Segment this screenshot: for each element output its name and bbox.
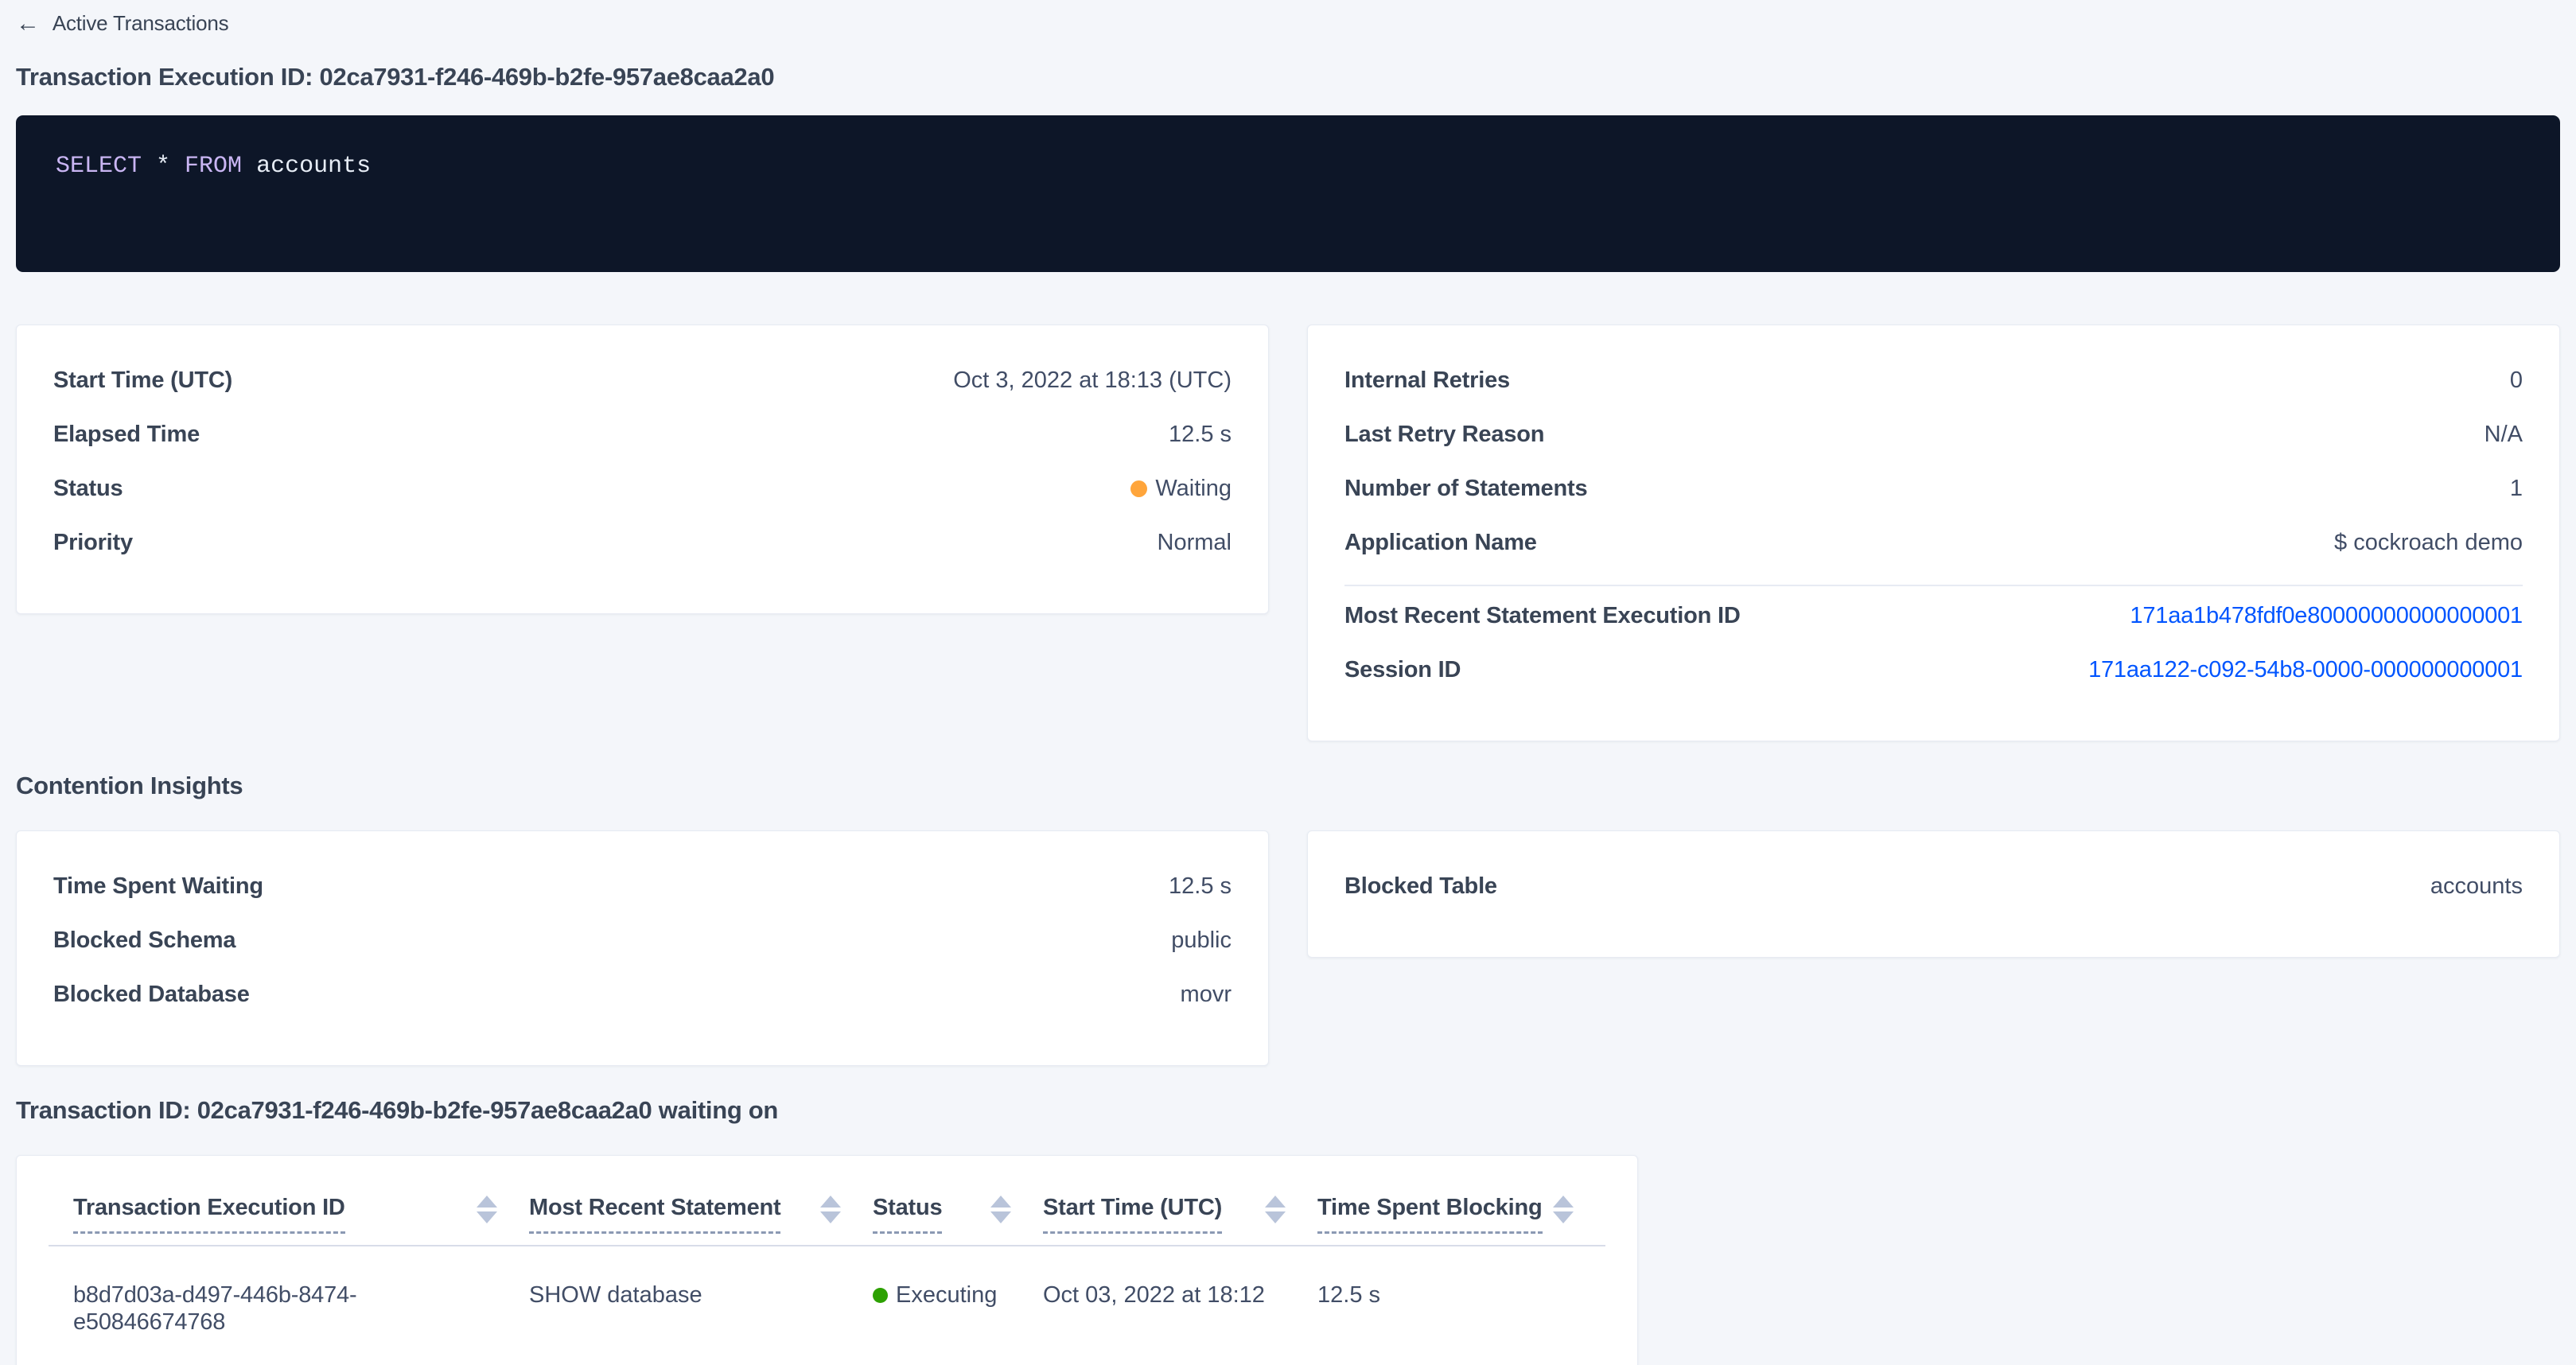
summary-row-priority: Priority Normal — [53, 529, 1232, 556]
row-label: Blocked Table — [1344, 873, 1497, 900]
row-value: N/A — [2485, 421, 2523, 448]
row-label: Number of Statements — [1344, 475, 1587, 502]
cell-status: Executing — [873, 1281, 1043, 1336]
column-header-transaction-execution-id[interactable]: Transaction Execution ID — [73, 1194, 529, 1234]
column-header-status[interactable]: Status — [873, 1194, 1043, 1234]
table-row: b8d7d03a-d497-446b-8474-e50846674768 SHO… — [49, 1246, 1605, 1365]
row-label: Internal Retries — [1344, 367, 1510, 394]
row-value: movr — [1181, 981, 1232, 1008]
sort-icon[interactable] — [1553, 1196, 1574, 1223]
cell-transaction-execution-id[interactable]: b8d7d03a-d497-446b-8474-e50846674768 — [73, 1281, 529, 1336]
row-label: Priority — [53, 529, 133, 556]
contention-cards-row: Time Spent Waiting 12.5 s Blocked Schema… — [16, 830, 2560, 1066]
back-arrow-icon: ← — [16, 12, 40, 36]
row-label: Blocked Database — [53, 981, 250, 1008]
row-label: Session ID — [1344, 656, 1461, 683]
sort-icon[interactable] — [1265, 1196, 1286, 1223]
summary-row-internal-retries: Internal Retries 0 — [1344, 367, 2523, 394]
cell-most-recent-statement: SHOW database — [529, 1281, 873, 1336]
row-value: Oct 3, 2022 at 18:13 (UTC) — [953, 367, 1232, 394]
session-id-link[interactable]: 171aa122-c092-54b8-0000-000000000001 — [2088, 656, 2523, 683]
transaction-summary-card: Start Time (UTC) Oct 3, 2022 at 18:13 (U… — [16, 325, 1269, 614]
summary-cards-row: Start Time (UTC) Oct 3, 2022 at 18:13 (U… — [16, 325, 2560, 741]
sql-keyword-select: SELECT — [56, 152, 142, 181]
transaction-details-page: ← Active Transactions Transaction Execut… — [0, 0, 2576, 1365]
row-value: $ cockroach demo — [2334, 529, 2523, 556]
contention-row-time-spent-waiting: Time Spent Waiting 12.5 s — [53, 873, 1232, 900]
contention-row-blocked-database: Blocked Database movr — [53, 981, 1232, 1008]
row-value: 0 — [2510, 367, 2523, 394]
column-header-label: Transaction Execution ID — [73, 1194, 345, 1234]
summary-row-session-id: Session ID 171aa122-c092-54b8-0000-00000… — [1344, 656, 2523, 683]
contention-row-blocked-table: Blocked Table accounts — [1344, 873, 2523, 900]
status-text: Waiting — [1155, 475, 1232, 502]
status-text: Executing — [896, 1281, 997, 1309]
sql-keyword-from: FROM — [185, 152, 242, 181]
contention-insights-heading: Contention Insights — [16, 772, 2560, 800]
back-link[interactable]: ← Active Transactions — [16, 11, 228, 36]
column-header-time-spent-blocking[interactable]: Time Spent Blocking — [1317, 1194, 1605, 1234]
column-header-label: Start Time (UTC) — [1043, 1194, 1222, 1234]
contention-right-card: Blocked Table accounts — [1307, 830, 2560, 958]
row-label: Elapsed Time — [53, 421, 200, 448]
contention-left-card: Time Spent Waiting 12.5 s Blocked Schema… — [16, 830, 1269, 1066]
column-header-label: Most Recent Statement — [529, 1194, 780, 1234]
column-header-label: Time Spent Blocking — [1317, 1194, 1543, 1234]
contention-row-blocked-schema: Blocked Schema public — [53, 927, 1232, 954]
row-value: Normal — [1158, 529, 1232, 556]
row-value: 12.5 s — [1169, 421, 1232, 448]
executing-status-dot-icon — [873, 1288, 888, 1303]
row-value: 12.5 s — [1169, 873, 1232, 900]
waiting-on-heading: Transaction ID: 02ca7931-f246-469b-b2fe-… — [16, 1096, 2560, 1125]
summary-row-elapsed-time: Elapsed Time 12.5 s — [53, 421, 1232, 448]
statement-execution-id-link[interactable]: 171aa1b478fdf0e80000000000000001 — [2130, 602, 2523, 629]
waiting-on-table-card: Transaction Execution ID Most Recent Sta… — [16, 1155, 1638, 1365]
column-header-start-time[interactable]: Start Time (UTC) — [1043, 1194, 1317, 1234]
card-divider — [1344, 585, 2523, 586]
summary-row-number-of-statements: Number of Statements 1 — [1344, 475, 2523, 502]
sql-star: * — [156, 152, 170, 181]
row-label: Status — [53, 475, 123, 502]
row-label: Last Retry Reason — [1344, 421, 1544, 448]
sort-icon[interactable] — [990, 1196, 1011, 1223]
column-header-label: Status — [873, 1194, 942, 1234]
summary-row-application-name: Application Name $ cockroach demo — [1344, 529, 2523, 556]
back-link-label: Active Transactions — [53, 11, 229, 36]
sql-identifier: accounts — [256, 152, 371, 181]
row-label: Most Recent Statement Execution ID — [1344, 602, 1741, 629]
summary-row-statement-execution-id: Most Recent Statement Execution ID 171aa… — [1344, 602, 2523, 629]
transaction-meta-card: Internal Retries 0 Last Retry Reason N/A… — [1307, 325, 2560, 741]
summary-row-status: Status Waiting — [53, 475, 1232, 502]
cell-time-spent-blocking: 12.5 s — [1317, 1281, 1605, 1336]
row-label: Application Name — [1344, 529, 1537, 556]
column-header-most-recent-statement[interactable]: Most Recent Statement — [529, 1194, 873, 1234]
table-header-row: Transaction Execution ID Most Recent Sta… — [49, 1194, 1605, 1234]
sort-icon[interactable] — [820, 1196, 841, 1223]
sql-statement-box: SELECT * FROM accounts — [16, 115, 2560, 272]
row-label: Time Spent Waiting — [53, 873, 263, 900]
summary-row-last-retry-reason: Last Retry Reason N/A — [1344, 421, 2523, 448]
waiting-status-dot-icon — [1130, 480, 1147, 497]
summary-row-start-time: Start Time (UTC) Oct 3, 2022 at 18:13 (U… — [53, 367, 1232, 394]
cell-start-time: Oct 03, 2022 at 18:12 — [1043, 1281, 1317, 1336]
sort-icon[interactable] — [477, 1196, 497, 1223]
page-title: Transaction Execution ID: 02ca7931-f246-… — [16, 63, 2560, 91]
row-label: Start Time (UTC) — [53, 367, 232, 394]
row-value: accounts — [2430, 873, 2523, 900]
row-value: 1 — [2510, 475, 2523, 502]
status-badge: Waiting — [1130, 475, 1232, 502]
row-value: public — [1171, 927, 1232, 954]
row-label: Blocked Schema — [53, 927, 235, 954]
